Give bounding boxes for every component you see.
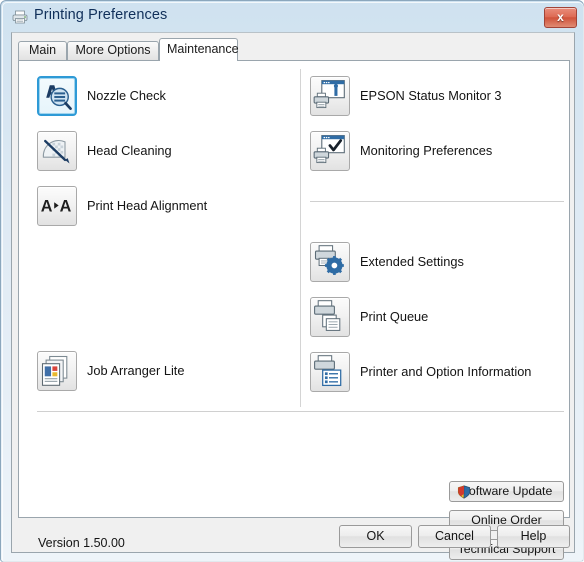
close-button[interactable]: x [544,7,577,28]
window-title: Printing Preferences [34,7,168,23]
extended-settings-item[interactable]: Extended Settings [310,242,560,284]
head-cleaning-icon [37,131,77,171]
tab-maintenance[interactable]: Maintenance [159,38,239,61]
extended-settings-label: Extended Settings [360,254,464,269]
software-update-button[interactable]: Software Update [449,481,564,502]
nozzle-check-icon [37,76,77,116]
monitoring-preferences-label: Monitoring Preferences [360,143,493,158]
right-column-divider [310,201,564,202]
ok-button[interactable]: OK [339,525,412,548]
print-queue-item[interactable]: Print Queue [310,297,560,339]
status-monitor-icon [310,76,350,116]
tab-strip: Main More Options Maintenance [18,38,570,61]
print-head-alignment-icon: A A [37,186,77,226]
extended-settings-icon [310,242,350,282]
printer-option-info-icon [310,352,350,392]
printing-preferences-window: Printing Preferences x Main More Options… [0,0,584,562]
print-queue-label: Print Queue [360,309,429,324]
printer-option-information-label: Printer and Option Information [360,364,532,379]
client-area: Main More Options Maintenance Nozzle Che… [11,32,575,560]
svg-text:A: A [60,197,72,215]
print-head-alignment-item[interactable]: A A Print Head Alignment [37,186,287,228]
epson-status-monitor-item[interactable]: EPSON Status Monitor 3 [310,76,560,118]
tab-main[interactable]: Main [18,41,67,60]
column-divider [300,69,301,407]
monitoring-preferences-item[interactable]: Monitoring Preferences [310,131,560,173]
job-arranger-lite-icon [37,351,77,391]
software-update-label: Software Update [460,484,553,498]
job-arranger-lite-label: Job Arranger Lite [87,363,185,378]
epson-status-monitor-label: EPSON Status Monitor 3 [360,88,502,103]
tab-more-options[interactable]: More Options [67,41,159,60]
maintenance-panel: Nozzle Check Head Cleaning A A Print Hea… [18,60,570,560]
printer-icon [12,10,28,24]
nozzle-check-item[interactable]: Nozzle Check [37,76,287,118]
svg-text:A: A [41,197,53,215]
printer-option-information-item[interactable]: Printer and Option Information [310,352,560,394]
footer-divider [37,411,564,412]
head-cleaning-label: Head Cleaning [87,143,172,158]
version-label: Version 1.50.00 [38,536,125,550]
cancel-button[interactable]: Cancel [418,525,491,548]
head-cleaning-item[interactable]: Head Cleaning [37,131,287,173]
job-arranger-lite-item[interactable]: Job Arranger Lite [37,351,287,393]
help-button[interactable]: Help [497,525,570,548]
print-queue-icon [310,297,350,337]
title-bar[interactable]: Printing Preferences x [1,1,584,31]
nozzle-check-label: Nozzle Check [87,88,166,103]
monitoring-preferences-icon [310,131,350,171]
print-head-alignment-label: Print Head Alignment [87,198,208,213]
uac-shield-icon [457,485,471,499]
